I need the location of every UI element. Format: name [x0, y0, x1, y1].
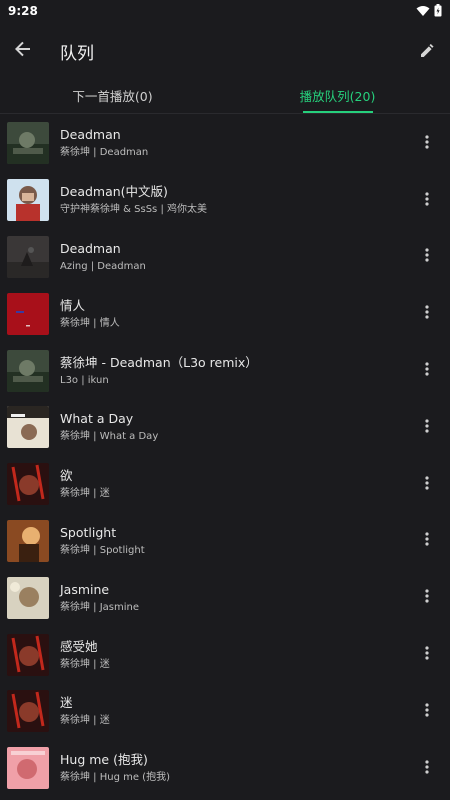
more-vert-icon — [425, 702, 429, 721]
list-item[interactable]: Deadman 蔡徐坤 | Deadman — [0, 115, 450, 172]
more-button[interactable] — [412, 526, 442, 556]
album-cover — [7, 235, 49, 278]
album-cover — [7, 122, 49, 165]
tab-play-queue[interactable]: 播放队列(20) — [225, 80, 450, 113]
song-subtitle: 蔡徐坤 | Spotlight — [60, 544, 145, 556]
wifi-icon — [416, 2, 430, 21]
more-vert-icon — [425, 304, 429, 323]
song-subtitle: 蔡徐坤 | Jasmine — [60, 601, 140, 613]
list-item[interactable]: Hug me (抱我) 蔡徐坤 | Hug me (抱我) — [0, 740, 450, 797]
more-vert-icon — [425, 361, 429, 380]
arrow-back-icon — [15, 41, 31, 61]
song-subtitle: 蔡徐坤 | What a Day — [60, 431, 159, 443]
album-cover — [7, 463, 49, 506]
more-vert-icon — [425, 759, 429, 778]
more-button[interactable] — [412, 753, 442, 783]
more-button[interactable] — [412, 469, 442, 499]
song-title: Jasmine — [60, 581, 110, 597]
song-title: Deadman(中文版) — [60, 184, 168, 200]
album-cover — [7, 519, 49, 562]
song-subtitle: 蔡徐坤 | Deadman — [60, 147, 149, 159]
list-item[interactable]: 迷 蔡徐坤 | 迷 — [0, 683, 450, 740]
tab-play-next[interactable]: 下一首播放(0) — [0, 80, 225, 113]
album-cover — [7, 179, 49, 222]
more-vert-icon — [425, 588, 429, 607]
tab-play-queue-label: 播放队列(20) — [299, 89, 376, 104]
song-title: 迷 — [60, 695, 73, 711]
song-subtitle: 蔡徐坤 | 情人 — [60, 317, 120, 329]
song-subtitle: L3o | ikun — [60, 374, 109, 386]
more-button[interactable] — [412, 412, 442, 442]
song-title: 感受她 — [60, 638, 98, 654]
queue-list: Deadman 蔡徐坤 | Deadman Deadman(中文版) 守护神蔡徐… — [0, 115, 450, 797]
album-cover — [7, 292, 49, 335]
more-vert-icon — [425, 645, 429, 664]
more-vert-icon — [425, 191, 429, 210]
song-title: 情人 — [60, 297, 86, 313]
more-button[interactable] — [412, 299, 442, 329]
status-bar: 9:28 — [0, 0, 450, 22]
song-title: 欲 — [60, 468, 73, 484]
song-subtitle: 蔡徐坤 | 迷 — [60, 488, 110, 500]
edit-button[interactable] — [412, 36, 442, 66]
list-item[interactable]: 情人 蔡徐坤 | 情人 — [0, 285, 450, 342]
more-button[interactable] — [412, 640, 442, 670]
list-item[interactable]: 感受她 蔡徐坤 | 迷 — [0, 626, 450, 683]
album-cover — [7, 406, 49, 449]
more-button[interactable] — [412, 696, 442, 726]
album-cover — [7, 349, 49, 392]
list-item[interactable]: Deadman(中文版) 守护神蔡徐坤 & SsSs | 鸡你太美 — [0, 172, 450, 229]
list-item[interactable]: 欲 蔡徐坤 | 迷 — [0, 456, 450, 513]
battery-icon — [434, 2, 442, 21]
pencil-icon — [420, 42, 434, 61]
list-item[interactable]: Spotlight 蔡徐坤 | Spotlight — [0, 513, 450, 570]
tab-play-next-label: 下一首播放(0) — [72, 89, 153, 104]
song-subtitle: 蔡徐坤 | 迷 — [60, 658, 110, 670]
more-vert-icon — [425, 475, 429, 494]
song-title: What a Day — [60, 411, 134, 427]
more-vert-icon — [425, 247, 429, 266]
album-cover — [7, 747, 49, 790]
more-button[interactable] — [412, 128, 442, 158]
album-cover — [7, 633, 49, 676]
tab-indicator — [302, 111, 373, 113]
song-title: 蔡徐坤 - Deadman（L3o remix） — [60, 354, 258, 370]
more-vert-icon — [425, 418, 429, 437]
album-cover — [7, 690, 49, 733]
song-title: Deadman — [60, 240, 121, 256]
list-item[interactable]: Jasmine 蔡徐坤 | Jasmine — [0, 569, 450, 626]
list-item[interactable]: 蔡徐坤 - Deadman（L3o remix） L3o | ikun — [0, 342, 450, 399]
more-button[interactable] — [412, 583, 442, 613]
song-subtitle: 蔡徐坤 | Hug me (抱我) — [60, 772, 170, 784]
song-subtitle: Azing | Deadman — [60, 260, 146, 272]
album-cover — [7, 576, 49, 619]
song-subtitle: 守护神蔡徐坤 & SsSs | 鸡你太美 — [60, 204, 207, 216]
app-bar: 队列 — [0, 22, 450, 80]
more-button[interactable] — [412, 242, 442, 272]
song-title: Deadman — [60, 127, 121, 143]
status-icons — [416, 2, 442, 21]
song-title: Spotlight — [60, 524, 117, 540]
queue-tabs: 下一首播放(0) 播放队列(20) — [0, 80, 450, 114]
list-item[interactable]: What a Day 蔡徐坤 | What a Day — [0, 399, 450, 456]
status-time: 9:28 — [8, 4, 38, 18]
song-subtitle: 蔡徐坤 | 迷 — [60, 715, 110, 727]
song-title: Hug me (抱我) — [60, 752, 148, 768]
more-button[interactable] — [412, 185, 442, 215]
more-vert-icon — [425, 531, 429, 550]
back-button[interactable] — [0, 28, 46, 74]
list-item[interactable]: Deadman Azing | Deadman — [0, 229, 450, 286]
page-title: 队列 — [60, 43, 94, 64]
more-vert-icon — [425, 134, 429, 153]
more-button[interactable] — [412, 356, 442, 386]
